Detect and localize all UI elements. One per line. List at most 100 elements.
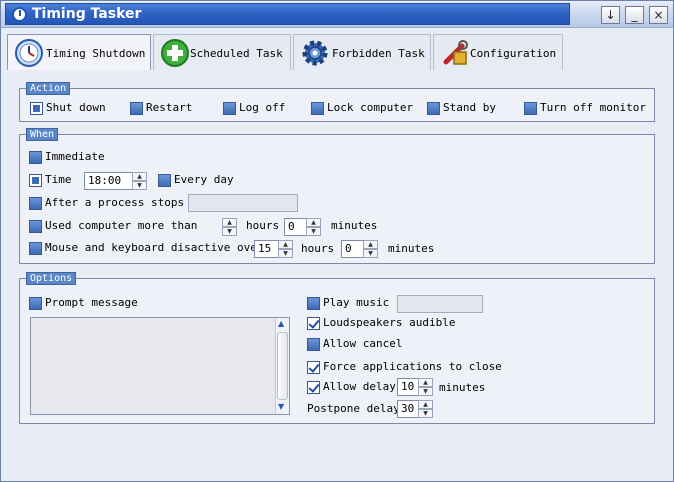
when-legend: When — [26, 128, 59, 141]
spin-down-icon[interactable]: ▼ — [132, 181, 147, 190]
checkbox-unchecked[interactable] — [29, 297, 42, 310]
used-hours-spinner[interactable]: ▲ ▼ — [222, 218, 237, 236]
tray-button[interactable]: ↓ — [601, 6, 620, 24]
clock-icon — [15, 39, 43, 67]
checkbox-checked[interactable] — [307, 361, 320, 374]
tab-configuration[interactable]: Configuration — [433, 34, 563, 70]
prompt-message-textarea[interactable]: ▲ ▼ — [30, 317, 290, 415]
spin-up-icon[interactable]: ▲ — [222, 218, 237, 227]
inactive-hours-label: hours — [301, 242, 335, 255]
title-bar[interactable]: Timing Tasker ↓ _ × — [1, 1, 673, 28]
spin-down-icon[interactable]: ▼ — [306, 227, 321, 236]
when-group: When Immediate Time 18:00 ▲ ▼ Every day … — [19, 128, 655, 264]
checkbox-checked[interactable] — [307, 381, 320, 394]
inactive-minutes-label: minutes — [388, 242, 435, 255]
allow-delay-minutes-label: minutes — [439, 381, 486, 394]
option-label: Log off — [239, 101, 286, 114]
tab-label: Configuration — [470, 47, 557, 60]
inactive-hours-input[interactable]: 15 — [254, 240, 280, 258]
radio-selected[interactable] — [30, 102, 43, 115]
time-input[interactable]: 18:00 — [84, 172, 134, 190]
app-clock-icon — [12, 7, 27, 22]
option-label: Play music — [323, 296, 390, 309]
used-minutes-spinner[interactable]: ▲ ▼ — [306, 218, 321, 236]
radio-unselected[interactable] — [29, 197, 42, 210]
spin-up-icon[interactable]: ▲ — [132, 172, 147, 181]
option-label: Time — [45, 173, 72, 186]
checkbox-unchecked[interactable] — [307, 297, 320, 310]
option-label: Stand by — [443, 101, 496, 114]
option-label: Prompt message — [45, 296, 138, 309]
spin-up-icon[interactable]: ▲ — [278, 240, 293, 249]
process-input[interactable] — [188, 194, 298, 212]
allow-delay-spinner[interactable]: ▲ ▼ — [418, 378, 433, 396]
option-label: Mouse and keyboard disactive over — [45, 241, 264, 254]
radio-unselected[interactable] — [524, 102, 537, 115]
title-strip: Timing Tasker — [5, 3, 570, 25]
tab-label: Timing Shutdown — [46, 47, 146, 60]
option-label: Turn off monitor — [540, 101, 646, 114]
tab-bar: Timing Shutdown Scheduled Task Forbidden… — [1, 34, 673, 70]
postpone-delay-spinner[interactable]: ▲ ▼ — [418, 400, 433, 418]
radio-unselected[interactable] — [130, 102, 143, 115]
checkbox-checked[interactable] — [307, 317, 320, 330]
spin-down-icon[interactable]: ▼ — [418, 409, 433, 418]
spin-up-icon[interactable]: ▲ — [306, 218, 321, 227]
prompt-scrollbar[interactable]: ▲ ▼ — [275, 318, 289, 414]
checkbox-unchecked[interactable] — [307, 338, 320, 351]
scroll-up-icon[interactable]: ▲ — [278, 319, 284, 328]
tab-timing-shutdown[interactable]: Timing Shutdown — [7, 34, 151, 70]
music-file-input[interactable] — [397, 295, 483, 313]
option-label: Shut down — [46, 101, 106, 114]
spin-up-icon[interactable]: ▲ — [418, 378, 433, 387]
radio-unselected[interactable] — [427, 102, 440, 115]
option-label: Allow delay — [323, 380, 396, 393]
radio-unselected[interactable] — [29, 151, 42, 164]
option-label: Used computer more than — [45, 219, 198, 232]
option-label: Force applications to close — [323, 360, 502, 373]
tab-label: Scheduled Task — [190, 47, 283, 60]
option-label: Allow cancel — [323, 337, 403, 350]
option-label: Immediate — [45, 150, 105, 163]
radio-unselected[interactable] — [29, 220, 42, 233]
used-hours-label: hours — [246, 219, 280, 232]
spin-down-icon[interactable]: ▼ — [418, 387, 433, 396]
option-label: After a process stops — [45, 196, 185, 209]
allow-delay-input[interactable]: 10 — [397, 378, 419, 396]
spin-up-icon[interactable]: ▲ — [363, 240, 378, 249]
options-legend: Options — [26, 272, 77, 285]
tools-icon — [443, 40, 468, 65]
action-legend: Action — [26, 82, 71, 95]
radio-unselected[interactable] — [223, 102, 236, 115]
radio-selected[interactable] — [29, 174, 42, 187]
plus-icon — [161, 39, 189, 67]
scroll-thumb[interactable] — [277, 332, 288, 400]
tab-scheduled-task[interactable]: Scheduled Task — [153, 34, 291, 70]
spin-down-icon[interactable]: ▼ — [278, 249, 293, 258]
scroll-down-icon[interactable]: ▼ — [278, 402, 284, 411]
radio-unselected[interactable] — [29, 242, 42, 255]
close-button[interactable]: × — [649, 6, 668, 24]
spin-up-icon[interactable]: ▲ — [418, 400, 433, 409]
option-label: Lock computer — [327, 101, 414, 114]
option-label: Restart — [146, 101, 193, 114]
checkbox-unchecked[interactable] — [158, 174, 171, 187]
tab-forbidden-task[interactable]: Forbidden Task — [293, 34, 431, 70]
app-window: Timing Tasker ↓ _ × Timing Shutdown Sche… — [0, 0, 674, 482]
inactive-minutes-input[interactable]: 0 — [341, 240, 365, 258]
time-spinner[interactable]: ▲ ▼ — [132, 172, 147, 190]
minimize-button[interactable]: _ — [625, 6, 644, 24]
inactive-minutes-spinner[interactable]: ▲ ▼ — [363, 240, 378, 258]
spin-down-icon[interactable]: ▼ — [222, 227, 237, 236]
used-minutes-input[interactable]: 0 — [284, 218, 308, 236]
inactive-hours-spinner[interactable]: ▲ ▼ — [278, 240, 293, 258]
spin-down-icon[interactable]: ▼ — [363, 249, 378, 258]
gear-icon — [302, 40, 328, 66]
postpone-delay-input[interactable]: 30 — [397, 400, 419, 418]
action-group: Action Shut down Restart Log off Lock co… — [19, 82, 655, 122]
postpone-delay-label: Postpone delay — [307, 402, 400, 415]
tab-label: Forbidden Task — [332, 47, 425, 60]
window-title: Timing Tasker — [32, 6, 142, 22]
radio-unselected[interactable] — [311, 102, 324, 115]
option-label: Loudspeakers audible — [323, 316, 456, 329]
